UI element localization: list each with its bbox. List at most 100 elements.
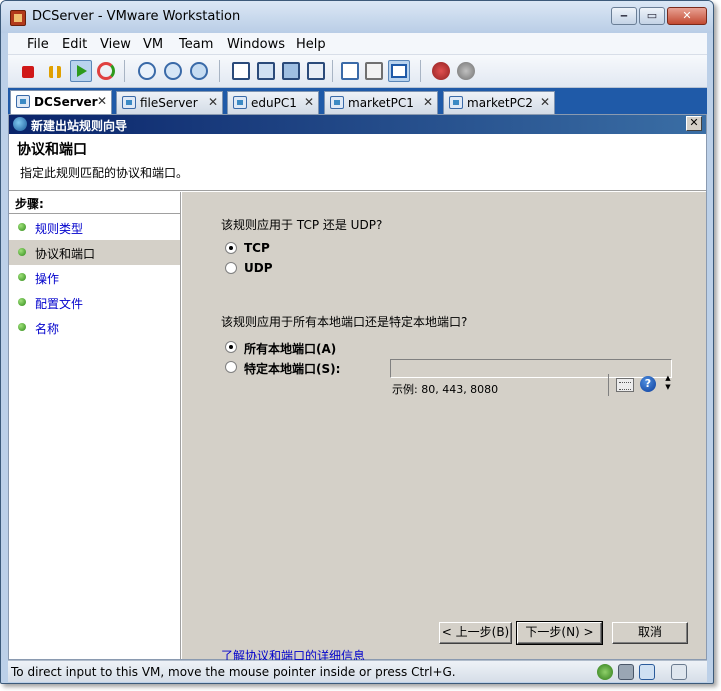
replay-icon[interactable]	[457, 62, 475, 80]
all-local-ports-label[interactable]: 所有本地端口(A)	[244, 340, 336, 357]
step-label: 名称	[35, 322, 60, 336]
menu-vm[interactable]: VM	[143, 37, 163, 52]
wizard-title-bar: 新建出站规则向导 ✕	[9, 115, 706, 134]
quick-switch-icon[interactable]	[282, 62, 300, 80]
ports-example: 示例: 80, 443, 8080	[392, 383, 499, 396]
menu-file[interactable]: File	[27, 37, 49, 52]
hard-disk-icon[interactable]	[618, 664, 634, 680]
cd-drive-icon[interactable]	[597, 664, 613, 680]
tab-label: DCServer	[34, 95, 98, 109]
suspend-icon[interactable]	[49, 66, 61, 78]
step-profile[interactable]: 配置文件	[9, 290, 180, 315]
tab-label: fileServer	[140, 96, 198, 110]
help-icon[interactable]: ?	[640, 376, 656, 392]
next-button[interactable]: 下一步(N) >	[516, 621, 603, 645]
step-label: 操作	[35, 272, 60, 286]
wizard-content: 该规则应用于 TCP 还是 UDP? TCP UDP 该规则应用于所有本地端口还…	[182, 192, 706, 663]
close-window-button[interactable]: ✕	[667, 7, 707, 25]
vm-icon	[122, 96, 136, 109]
step-protocol-and-ports[interactable]: 协议和端口	[9, 240, 180, 265]
step-label: 协议和端口	[35, 247, 96, 261]
console-view-icon[interactable]	[341, 62, 359, 80]
maximize-button[interactable]: ▭	[639, 7, 665, 25]
vm-icon	[449, 96, 463, 109]
tab-marketpc2[interactable]: marketPC2 ✕	[443, 91, 555, 114]
spin-arrows-icon[interactable]: ▲ ▼	[664, 374, 672, 394]
tcp-label[interactable]: TCP	[244, 241, 270, 255]
tab-edupc1[interactable]: eduPC1 ✕	[227, 91, 319, 114]
firewall-icon	[13, 117, 27, 131]
step-label: 配置文件	[35, 297, 84, 311]
close-tab-icon[interactable]: ✕	[97, 94, 107, 108]
minimize-button[interactable]: ‒	[611, 7, 637, 25]
record-icon[interactable]	[432, 62, 450, 80]
specific-local-ports-label[interactable]: 特定本地端口(S):	[244, 360, 340, 377]
divider	[608, 374, 609, 396]
step-label: 规则类型	[35, 222, 84, 236]
divider	[9, 213, 180, 214]
toolbar-separator	[219, 60, 220, 82]
page-title: 协议和端口	[17, 142, 87, 158]
wizard-title: 新建出站规则向导	[31, 119, 128, 133]
toolbar-separator	[332, 60, 333, 82]
step-rule-type[interactable]: 规则类型	[9, 215, 180, 240]
toolbar	[8, 55, 707, 88]
tab-marketpc1[interactable]: marketPC1 ✕	[324, 91, 438, 114]
revert-snapshot-icon[interactable]	[164, 62, 182, 80]
power-on-icon[interactable]	[70, 60, 92, 82]
step-dot-icon	[18, 298, 26, 306]
close-tab-icon[interactable]: ✕	[304, 95, 314, 109]
title-bar: DCServer - VMware Workstation ‒ ▭ ✕	[1, 1, 713, 33]
wizard-close-button[interactable]: ✕	[686, 116, 702, 131]
snapshot-icon[interactable]	[138, 62, 156, 80]
vmware-app-icon	[10, 10, 26, 26]
unity-icon[interactable]	[307, 62, 325, 80]
step-dot-icon	[18, 223, 26, 231]
menu-help[interactable]: Help	[296, 37, 326, 52]
sidebar-toggle-icon[interactable]	[232, 62, 250, 80]
summary-view-icon[interactable]	[365, 62, 383, 80]
menu-windows[interactable]: Windows	[227, 37, 285, 52]
close-tab-icon[interactable]: ✕	[208, 95, 218, 109]
specific-ports-input[interactable]	[390, 359, 672, 378]
vm-icon	[233, 96, 247, 109]
close-tab-icon[interactable]: ✕	[540, 95, 550, 109]
steps-panel: 步骤: 规则类型 协议和端口 操作 配置文件 名称	[9, 192, 181, 659]
step-dot-icon	[18, 273, 26, 281]
vmware-window: DCServer - VMware Workstation ‒ ▭ ✕ File…	[0, 0, 714, 684]
status-message: To direct input to this VM, move the mou…	[11, 665, 456, 679]
menu-edit[interactable]: Edit	[62, 37, 87, 52]
tab-label: marketPC2	[467, 96, 533, 110]
back-button[interactable]: < 上一步(B)	[439, 622, 512, 644]
toolbar-separator	[420, 60, 421, 82]
step-action[interactable]: 操作	[9, 265, 180, 290]
step-name[interactable]: 名称	[9, 315, 180, 340]
udp-radio[interactable]	[225, 262, 237, 274]
vm-console[interactable]: 新建出站规则向导 ✕ 协议和端口 指定此规则匹配的协议和端口。 步骤: 规则类型…	[8, 114, 707, 663]
close-tab-icon[interactable]: ✕	[423, 95, 433, 109]
protocol-question: 该规则应用于 TCP 还是 UDP?	[221, 218, 383, 232]
snapshot-manager-icon[interactable]	[190, 62, 208, 80]
menu-view[interactable]: View	[100, 37, 131, 52]
menu-team[interactable]: Team	[179, 37, 213, 52]
keyboard-icon[interactable]	[616, 378, 634, 392]
power-off-icon[interactable]	[22, 66, 34, 78]
udp-label[interactable]: UDP	[244, 261, 273, 275]
specific-local-ports-radio[interactable]	[225, 361, 237, 373]
tcp-radio[interactable]	[225, 242, 237, 254]
appliance-view-icon[interactable]	[388, 60, 410, 82]
reset-icon[interactable]	[97, 62, 115, 80]
full-screen-icon[interactable]	[257, 62, 275, 80]
cancel-button[interactable]: 取消	[612, 622, 688, 644]
message-log-icon[interactable]	[671, 664, 687, 680]
vm-tab-strip: DCServer ✕ fileServer ✕ eduPC1 ✕ marketP…	[8, 88, 707, 114]
tab-label: eduPC1	[251, 96, 297, 110]
steps-heading: 步骤:	[15, 197, 44, 211]
page-description: 指定此规则匹配的协议和端口。	[20, 166, 189, 180]
tab-dcserver[interactable]: DCServer ✕	[10, 90, 112, 114]
status-bar: To direct input to this VM, move the mou…	[8, 660, 707, 682]
tab-fileserver[interactable]: fileServer ✕	[116, 91, 223, 114]
window-title: DCServer - VMware Workstation	[32, 9, 241, 24]
all-local-ports-radio[interactable]	[225, 341, 237, 353]
network-adapter-icon[interactable]	[639, 664, 655, 680]
